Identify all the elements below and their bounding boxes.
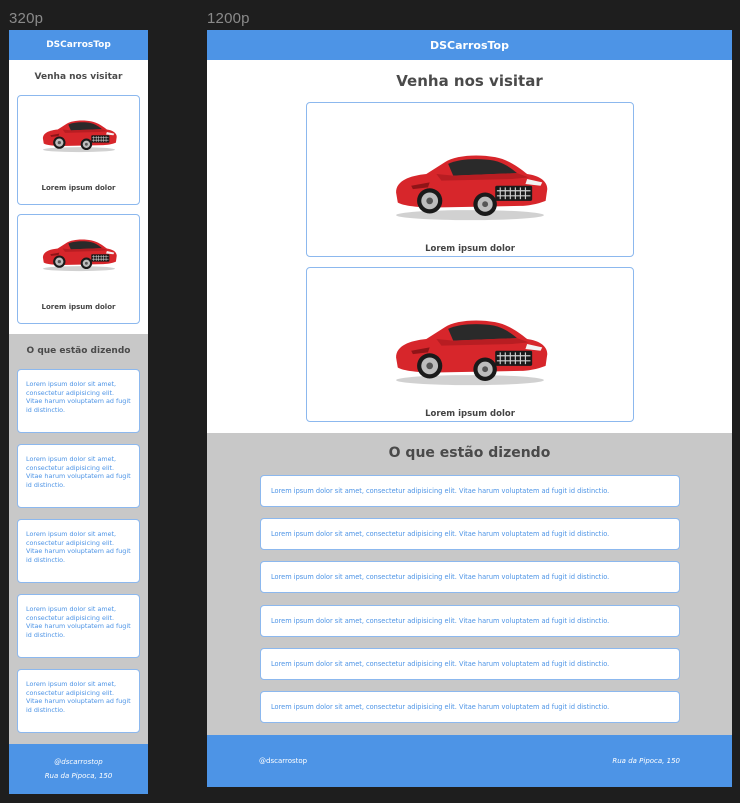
- review-text: Lorem ipsum dolor sit amet, consectetur …: [271, 660, 610, 668]
- review-card: Lorem ipsum dolor sit amet, consectetur …: [260, 518, 680, 550]
- review-card: Lorem ipsum dolor sit amet, consectetur …: [260, 605, 680, 637]
- footer-handle[interactable]: @dscarrostop: [259, 757, 307, 765]
- car-caption: Lorem ipsum dolor: [41, 184, 116, 192]
- reviews-title: O que estão dizendo: [388, 445, 551, 461]
- car-card[interactable]: Lorem ipsum dolor: [17, 214, 140, 324]
- red-sports-car-image: [385, 137, 555, 221]
- car-caption: Lorem ipsum dolor: [425, 244, 515, 254]
- review-card: Lorem ipsum dolor sit amet, consectetur …: [17, 444, 140, 508]
- mobile-frame: DSCarrosTop Venha nos visitar Lorem ipsu…: [9, 30, 148, 794]
- review-text: Lorem ipsum dolor sit amet, consectetur …: [271, 703, 610, 711]
- review-card: Lorem ipsum dolor sit amet, consectetur …: [260, 561, 680, 593]
- brand-title[interactable]: DSCarrosTop: [430, 39, 509, 52]
- car-caption: Lorem ipsum dolor: [41, 303, 116, 311]
- site-footer: @dscarrostop Rua da Pipoca, 150: [9, 744, 148, 794]
- red-sports-car-image: [385, 302, 555, 386]
- reviews-section: O que estão dizendo Lorem ipsum dolor si…: [9, 334, 148, 744]
- frame-label-desktop: 1200p: [207, 10, 250, 27]
- footer-address: Rua da Pipoca, 150: [612, 757, 680, 765]
- review-text: Lorem ipsum dolor sit amet, consectetur …: [271, 530, 610, 538]
- brand-title[interactable]: DSCarrosTop: [46, 40, 111, 50]
- footer-address: Rua da Pipoca, 150: [44, 772, 113, 780]
- review-text: Lorem ipsum dolor sit amet, consectetur …: [271, 617, 610, 625]
- desktop-frame: DSCarrosTop Venha nos visitar Lorem ipsu…: [207, 30, 732, 787]
- site-footer: @dscarrostop Rua da Pipoca, 150: [207, 735, 732, 787]
- red-sports-car-image: [38, 108, 120, 156]
- visit-title: Venha nos visitar: [396, 72, 543, 90]
- review-card: Lorem ipsum dolor sit amet, consectetur …: [17, 594, 140, 658]
- site-header: DSCarrosTop: [207, 30, 732, 60]
- review-card: Lorem ipsum dolor sit amet, consectetur …: [17, 519, 140, 583]
- reviews-section: O que estão dizendo Lorem ipsum dolor si…: [207, 433, 732, 735]
- visit-title: Venha nos visitar: [34, 72, 123, 82]
- footer-handle[interactable]: @dscarrostop: [9, 758, 148, 766]
- review-card: Lorem ipsum dolor sit amet, consectetur …: [17, 669, 140, 733]
- reviews-title: O que estão dizendo: [26, 346, 131, 356]
- review-card: Lorem ipsum dolor sit amet, consectetur …: [17, 369, 140, 433]
- review-card: Lorem ipsum dolor sit amet, consectetur …: [260, 648, 680, 680]
- review-text: Lorem ipsum dolor sit amet, consectetur …: [271, 573, 610, 581]
- car-card[interactable]: Lorem ipsum dolor: [17, 95, 140, 205]
- review-text: Lorem ipsum dolor sit amet, consectetur …: [271, 487, 610, 495]
- red-sports-car-image: [38, 227, 120, 275]
- site-header: DSCarrosTop: [9, 30, 148, 60]
- car-card[interactable]: Lorem ipsum dolor: [306, 102, 634, 257]
- review-card: Lorem ipsum dolor sit amet, consectetur …: [260, 691, 680, 723]
- car-caption: Lorem ipsum dolor: [425, 409, 515, 419]
- review-card: Lorem ipsum dolor sit amet, consectetur …: [260, 475, 680, 507]
- car-card[interactable]: Lorem ipsum dolor: [306, 267, 634, 422]
- frame-label-mobile: 320p: [9, 10, 44, 27]
